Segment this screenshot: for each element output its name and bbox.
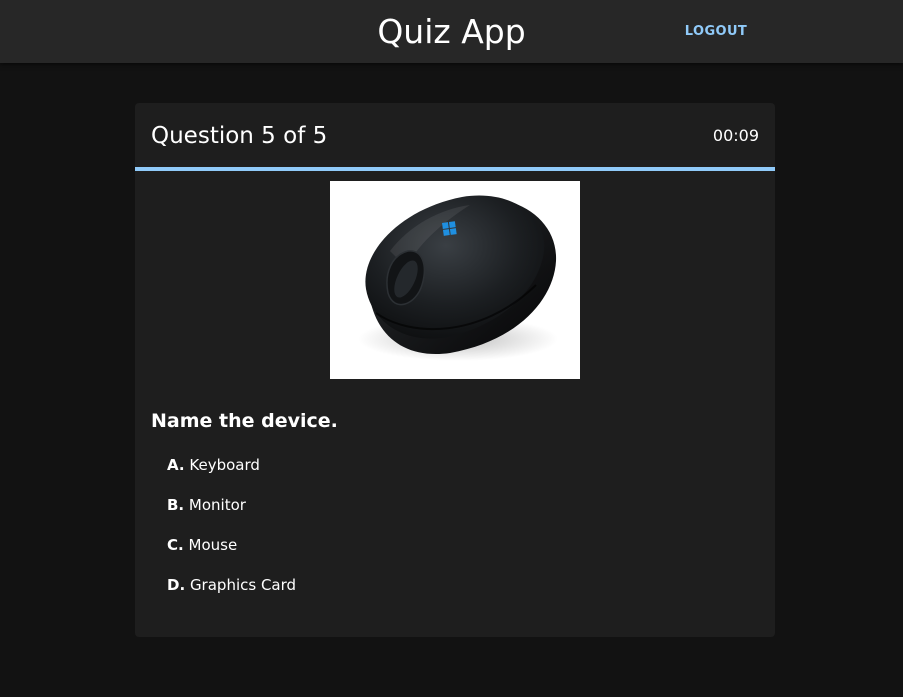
- progress-fill: [135, 167, 775, 171]
- option-label: Graphics Card: [189, 576, 297, 594]
- question-header: Question 5 of 5 00:09: [135, 103, 775, 167]
- logout-button[interactable]: LOGOUT: [676, 20, 756, 44]
- question-counter: Question 5 of 5: [151, 123, 328, 149]
- option-b[interactable]: B. Monitor: [167, 493, 727, 533]
- question-card: Question 5 of 5 00:09 Name the device. A…: [135, 103, 775, 637]
- option-letter: C.: [167, 536, 184, 554]
- progress-bar: [135, 167, 775, 171]
- app-bar: Quiz App LOGOUT: [0, 0, 903, 63]
- computer-mouse-icon: [358, 195, 558, 361]
- app-title: Quiz App: [377, 12, 526, 51]
- option-a[interactable]: A. Keyboard: [167, 453, 727, 493]
- option-d[interactable]: D. Graphics Card: [167, 573, 727, 613]
- option-letter: A.: [167, 456, 185, 474]
- option-label: Keyboard: [189, 456, 260, 474]
- answer-options: A. Keyboard B. Monitor C. Mouse D. Graph…: [167, 453, 727, 613]
- option-label: Mouse: [188, 536, 238, 554]
- computer-mouse-image: [330, 181, 580, 379]
- timer: 00:09: [712, 126, 759, 145]
- option-label: Monitor: [188, 496, 246, 514]
- option-letter: B.: [167, 496, 185, 514]
- option-letter: D.: [167, 576, 186, 594]
- question-text: Name the device.: [151, 410, 338, 432]
- option-c[interactable]: C. Mouse: [167, 533, 727, 573]
